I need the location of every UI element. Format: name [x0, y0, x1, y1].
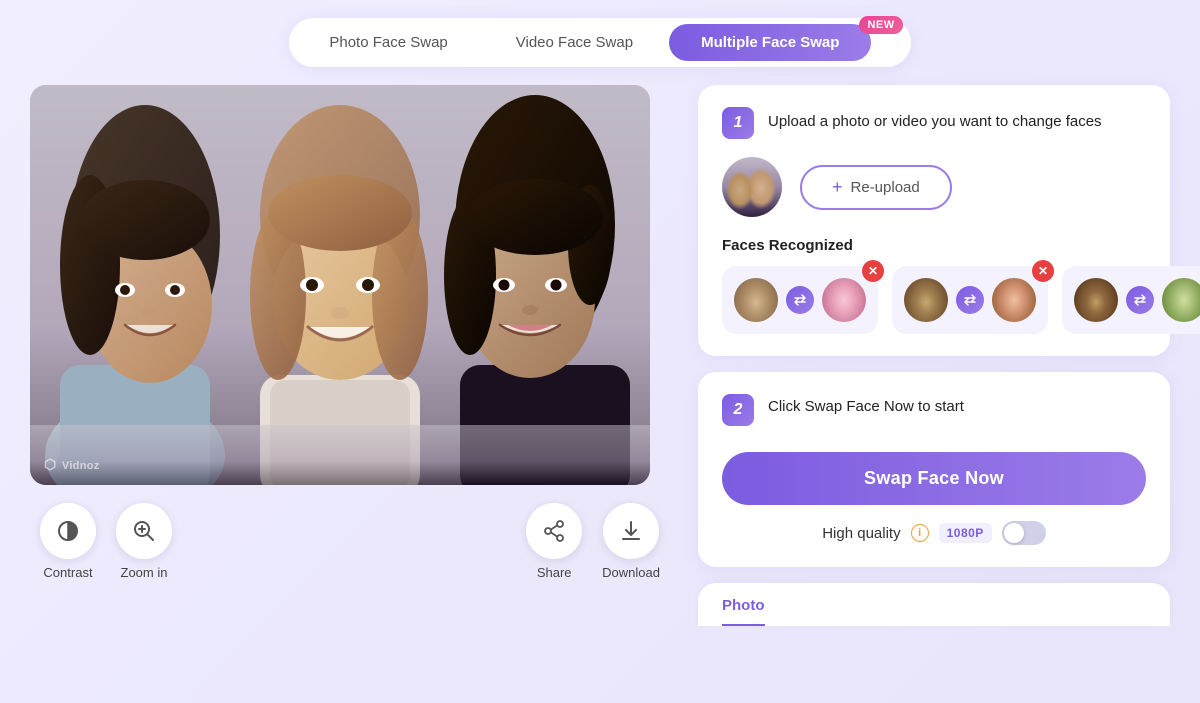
face-pair-3: ✕: [1062, 266, 1200, 334]
photo-frame: ⬡ Vidnoz: [30, 85, 650, 485]
zoomin-icon: [116, 503, 172, 559]
step2-number: 2: [722, 394, 754, 426]
download-icon: [603, 503, 659, 559]
photo-tab-label: Photo: [722, 597, 765, 626]
reupload-button[interactable]: + Re-upload: [800, 165, 952, 210]
reupload-label: Re-upload: [851, 179, 920, 196]
download-label: Download: [602, 565, 660, 580]
original-face-2: [904, 278, 948, 322]
face-pairs-container: ✕ ✕: [722, 266, 1146, 334]
right-panel: 1 Upload a photo or video you want to ch…: [698, 85, 1170, 626]
face-pair-2: ✕: [892, 266, 1048, 334]
zoomin-button[interactable]: Zoom in: [116, 503, 172, 580]
share-icon: [526, 503, 582, 559]
left-panel: ⬡ Vidnoz Contrast: [30, 85, 670, 580]
photo-content: ⬡ Vidnoz: [30, 85, 650, 485]
swap-face-2: [992, 278, 1036, 322]
bottom-controls: Contrast Zoom in: [30, 503, 670, 580]
step2-header: 2 Click Swap Face Now to start: [722, 394, 1146, 426]
face-pair-1: ✕: [722, 266, 878, 334]
step1-title: Upload a photo or video you want to chan…: [768, 107, 1102, 132]
faces-recognized-title: Faces Recognized: [722, 237, 1146, 254]
quality-toggle[interactable]: [1002, 521, 1046, 545]
swap-face-3: [1162, 278, 1200, 322]
step1-number: 1: [722, 107, 754, 139]
toggle-knob: [1004, 523, 1024, 543]
photo-tab[interactable]: Photo: [698, 583, 1170, 626]
original-face-3: [1074, 278, 1118, 322]
step1-header: 1 Upload a photo or video you want to ch…: [722, 107, 1146, 139]
tab-video-face-swap[interactable]: Video Face Swap: [484, 24, 665, 61]
remove-pair-1[interactable]: ✕: [862, 260, 884, 282]
swap-arrow-2[interactable]: [956, 286, 984, 314]
quality-label: High quality: [822, 525, 900, 542]
step2-title: Click Swap Face Now to start: [768, 394, 964, 415]
share-button[interactable]: Share: [526, 503, 582, 580]
quality-badge: 1080P: [939, 523, 992, 543]
contrast-label: Contrast: [43, 565, 92, 580]
share-label: Share: [537, 565, 572, 580]
quality-info-icon[interactable]: i: [911, 524, 929, 542]
tab-photo-face-swap[interactable]: Photo Face Swap: [297, 24, 479, 61]
tab-multiple-face-swap[interactable]: Multiple Face Swap: [669, 24, 871, 61]
main-content: ⬡ Vidnoz Contrast: [0, 67, 1200, 626]
plus-icon: +: [832, 177, 843, 198]
swap-face-now-button[interactable]: Swap Face Now: [722, 452, 1146, 505]
download-button[interactable]: Download: [602, 503, 660, 580]
swap-arrow-1[interactable]: [786, 286, 814, 314]
contrast-icon: [40, 503, 96, 559]
swap-arrow-3[interactable]: [1126, 286, 1154, 314]
uploaded-thumbnail: [722, 157, 782, 217]
step2-card: 2 Click Swap Face Now to start Swap Face…: [698, 372, 1170, 567]
top-navigation: Photo Face Swap Video Face Swap Multiple…: [289, 18, 910, 67]
step1-card: 1 Upload a photo or video you want to ch…: [698, 85, 1170, 356]
quality-row: High quality i 1080P: [722, 521, 1146, 545]
thumbnail-image: [722, 157, 782, 217]
original-face-1: [734, 278, 778, 322]
contrast-button[interactable]: Contrast: [40, 503, 96, 580]
swap-face-1: [822, 278, 866, 322]
zoomin-label: Zoom in: [121, 565, 168, 580]
new-badge: NEW: [859, 16, 902, 34]
upload-row: + Re-upload: [722, 157, 1146, 217]
watermark: ⬡ Vidnoz: [44, 456, 100, 473]
remove-pair-2[interactable]: ✕: [1032, 260, 1054, 282]
